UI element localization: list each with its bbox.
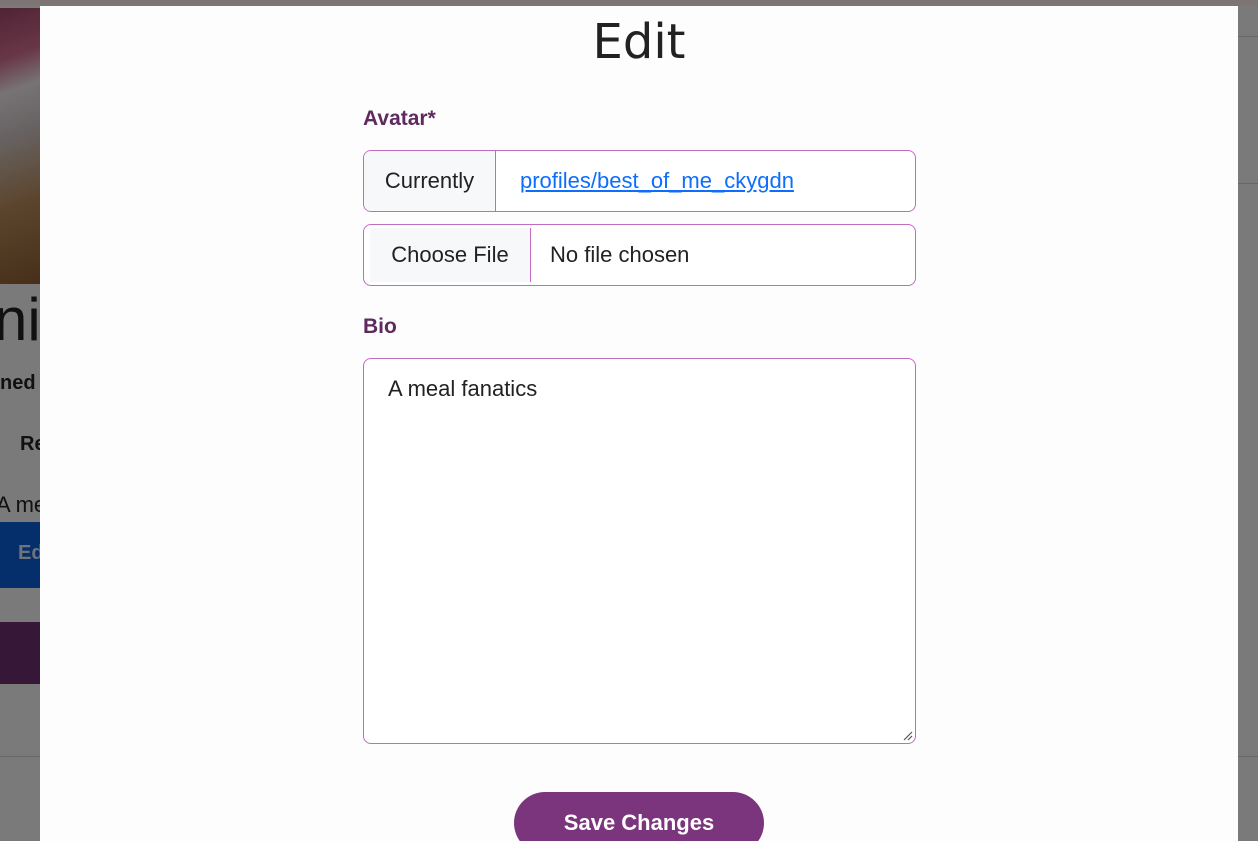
avatar-label: Avatar* — [363, 107, 436, 130]
bio-textarea[interactable]: A meal fanatics — [363, 358, 916, 744]
resize-handle-icon[interactable] — [901, 729, 913, 741]
current-avatar-link[interactable]: profiles/best_of_me_ckygdn — [496, 151, 794, 211]
modal-title: Edit — [592, 14, 686, 70]
current-avatar-group: Currently profiles/best_of_me_ckygdn — [363, 150, 916, 212]
save-changes-button[interactable]: Save Changes — [514, 792, 764, 841]
choose-file-button[interactable]: Choose File — [370, 228, 531, 282]
bio-text: A meal fanatics — [388, 376, 538, 401]
bio-label: Bio — [363, 315, 397, 338]
currently-label: Currently — [364, 151, 496, 211]
edit-profile-modal: Edit Avatar* Currently profiles/best_of_… — [40, 6, 1238, 841]
file-status: No file chosen — [550, 242, 690, 267]
avatar-file-input[interactable]: Choose File No file chosen — [363, 224, 916, 286]
